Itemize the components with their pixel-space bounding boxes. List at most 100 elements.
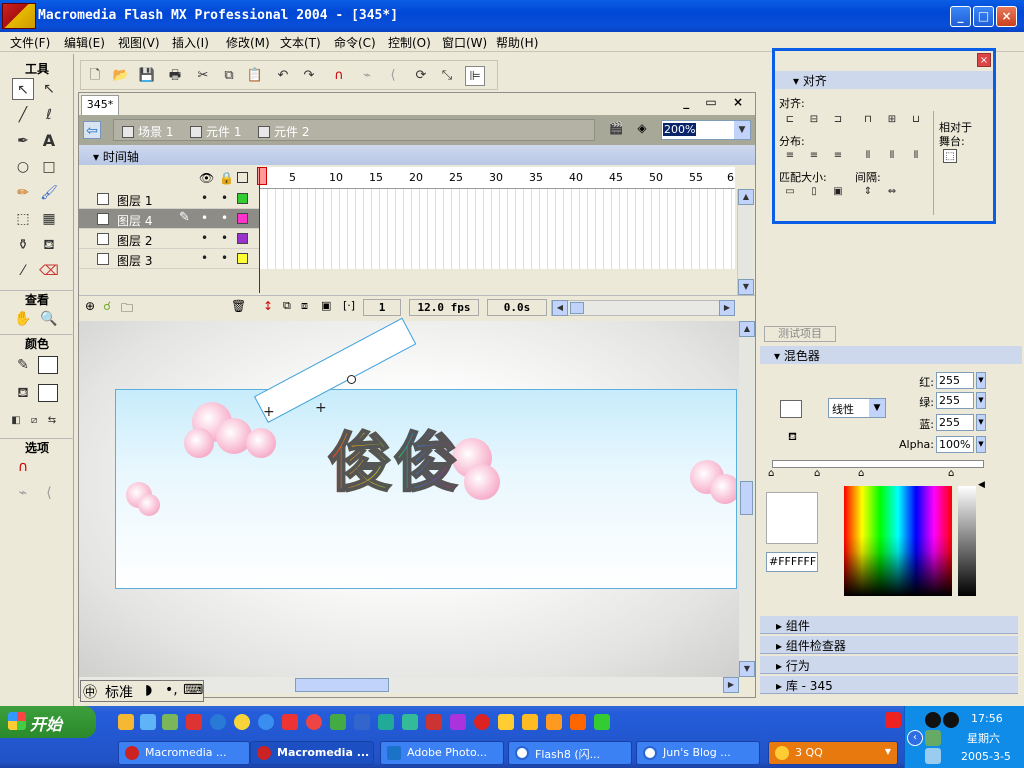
- rectangle-tool-icon[interactable]: □: [38, 156, 60, 178]
- distribute-hcenter-icon[interactable]: ⫴: [885, 149, 899, 163]
- menu-window[interactable]: 窗口(W): [442, 34, 487, 51]
- frame-rate[interactable]: 12.0 fps: [409, 299, 479, 316]
- pink-flower-graphic[interactable]: [184, 428, 214, 458]
- layer-row[interactable]: 图层 1 • •: [79, 189, 259, 209]
- pink-flower-graphic[interactable]: [710, 474, 736, 504]
- clock-time[interactable]: 17:56: [971, 712, 1003, 725]
- taskbar-button[interactable]: Adobe Photo...: [380, 741, 504, 765]
- default-colors-icon[interactable]: ◧: [8, 410, 24, 432]
- layer-outline-color[interactable]: [237, 233, 248, 244]
- tray-app-icon[interactable]: [885, 712, 901, 728]
- chevron-down-icon[interactable]: ▼: [976, 436, 986, 453]
- distribute-left-icon[interactable]: ⫴: [861, 149, 875, 163]
- visibility-dot[interactable]: •: [201, 251, 208, 265]
- timeline-header[interactable]: ▾ 时间轴: [79, 145, 755, 165]
- mixer-header[interactable]: ▾ 混色器: [760, 346, 1022, 364]
- pink-flower-graphic[interactable]: [464, 464, 500, 500]
- chevron-down-icon[interactable]: ▼: [976, 414, 986, 431]
- straighten-toolbar-icon[interactable]: ⟨: [383, 66, 403, 86]
- document-window-controls[interactable]: _ ▭ ×: [683, 95, 749, 109]
- hex-input[interactable]: #FFFFFF: [766, 552, 818, 572]
- align-bottom-icon[interactable]: ⊔: [909, 113, 923, 127]
- visibility-dot[interactable]: •: [201, 231, 208, 245]
- align-left-icon[interactable]: ⊏: [783, 113, 797, 127]
- smooth-toolbar-icon[interactable]: ⌁: [357, 66, 377, 86]
- close-icon[interactable]: ×: [977, 53, 991, 67]
- free-transform-tool-icon[interactable]: ⬚: [12, 208, 34, 230]
- stroke-color-icon[interactable]: ✎: [12, 354, 34, 376]
- gradient-pointer[interactable]: ⌂: [768, 468, 774, 479]
- visibility-dot[interactable]: •: [201, 211, 208, 225]
- quicklaunch-icon[interactable]: [546, 714, 562, 730]
- menu-insert[interactable]: 插入(I): [172, 34, 209, 51]
- visibility-dot[interactable]: •: [201, 191, 208, 205]
- fill-color-icon[interactable]: ⛾: [12, 382, 34, 404]
- fill-transform-tool-icon[interactable]: ▦: [38, 208, 60, 230]
- lock-dot[interactable]: •: [221, 191, 228, 205]
- arrow-tool-icon[interactable]: ↖: [12, 78, 34, 100]
- layer-row[interactable]: 图层 4 ✎ • •: [79, 209, 259, 229]
- space-horizontal-icon[interactable]: ⇔: [885, 185, 899, 199]
- layer-row[interactable]: 图层 2 • •: [79, 229, 259, 249]
- stage[interactable]: 俊俊: [115, 389, 737, 589]
- gradient-bar[interactable]: [772, 460, 984, 468]
- onion-outline-icon[interactable]: ⧈: [301, 299, 308, 313]
- delete-layer-icon[interactable]: 🗑: [231, 299, 246, 313]
- align-toolbar-icon[interactable]: ⊫: [465, 66, 485, 86]
- onion-skin-icon[interactable]: ⧉: [283, 299, 291, 313]
- ink-bottle-tool-icon[interactable]: ⚱: [12, 234, 34, 256]
- oval-tool-icon[interactable]: ○: [12, 156, 34, 178]
- subselect-tool-icon[interactable]: ↖: [38, 78, 60, 100]
- insert-layer-icon[interactable]: ⊕: [85, 299, 95, 313]
- pen-tool-icon[interactable]: ✒: [12, 130, 34, 152]
- lock-dot[interactable]: •: [221, 211, 228, 225]
- timeline-vscroll[interactable]: ▲ ▼: [737, 189, 754, 295]
- timeline-hscroll[interactable]: ◀ ▶: [551, 300, 735, 316]
- chevron-left-icon[interactable]: ‹: [907, 730, 923, 746]
- align-vcenter-icon[interactable]: ⊞: [885, 113, 899, 127]
- taskbar-group-qq[interactable]: 3 QQ ▼: [768, 741, 898, 765]
- qq-penguin-icon[interactable]: [943, 712, 959, 728]
- gradient-pointer[interactable]: ⌂: [814, 468, 820, 479]
- match-both-icon[interactable]: ▣: [831, 185, 845, 199]
- component-inspector-header[interactable]: ▸ 组件检查器: [760, 636, 1018, 654]
- stroke-color-swatch[interactable]: [38, 356, 58, 374]
- test-item-button[interactable]: 测试项目: [764, 326, 836, 342]
- scroll-up-icon[interactable]: ▲: [738, 189, 754, 205]
- maximize-button[interactable]: □: [973, 6, 994, 27]
- line-tool-icon[interactable]: ╱: [12, 104, 34, 126]
- align-panel-header[interactable]: ▾ 对齐: [775, 71, 993, 89]
- quicklaunch-icon[interactable]: [450, 714, 466, 730]
- center-frame-icon[interactable]: ↕: [263, 299, 273, 313]
- modify-markers-icon[interactable]: [·]: [343, 299, 355, 312]
- distribute-top-icon[interactable]: ≡: [783, 149, 797, 163]
- soft-keyboard-icon[interactable]: ⌨: [183, 682, 203, 698]
- eye-icon[interactable]: 👁: [199, 171, 214, 185]
- menu-view[interactable]: 视图(V): [118, 34, 160, 51]
- document-tab[interactable]: 345*: [81, 95, 119, 115]
- save-icon[interactable]: 💾: [137, 66, 157, 86]
- eraser-tool-icon[interactable]: ⌫: [38, 260, 60, 282]
- volume-icon[interactable]: [925, 748, 941, 764]
- zoom-tool-icon[interactable]: 🔍: [38, 308, 60, 330]
- green-input[interactable]: 255: [936, 392, 974, 409]
- text-tool-icon[interactable]: A: [38, 130, 60, 152]
- distribute-vcenter-icon[interactable]: ≡: [807, 149, 821, 163]
- taskbar-button[interactable]: Flash8 (闪...: [508, 741, 632, 765]
- edit-symbols-icon[interactable]: ◈: [631, 121, 653, 139]
- rainbow-title-graphic[interactable]: 俊俊: [327, 412, 460, 504]
- zoom-select[interactable]: 200% ▼: [661, 120, 751, 140]
- stage-vscroll[interactable]: ▲ ▼: [739, 321, 755, 677]
- chevron-down-icon[interactable]: ▼: [734, 121, 750, 139]
- lasso-tool-icon[interactable]: ℓ: [38, 104, 60, 126]
- alpha-input[interactable]: 100%: [936, 436, 974, 453]
- add-motion-guide-icon[interactable]: ☌: [103, 299, 111, 313]
- lock-dot[interactable]: •: [221, 251, 228, 265]
- fill-swatch[interactable]: [780, 400, 802, 418]
- straighten-icon[interactable]: ⟨: [38, 482, 60, 504]
- taskbar-button[interactable]: Jun's Blog ...: [636, 741, 760, 765]
- quicklaunch-icon[interactable]: [210, 714, 226, 730]
- red-input[interactable]: 255: [936, 372, 974, 389]
- scroll-thumb[interactable]: [740, 481, 753, 515]
- print-icon[interactable]: 🖶: [165, 66, 185, 86]
